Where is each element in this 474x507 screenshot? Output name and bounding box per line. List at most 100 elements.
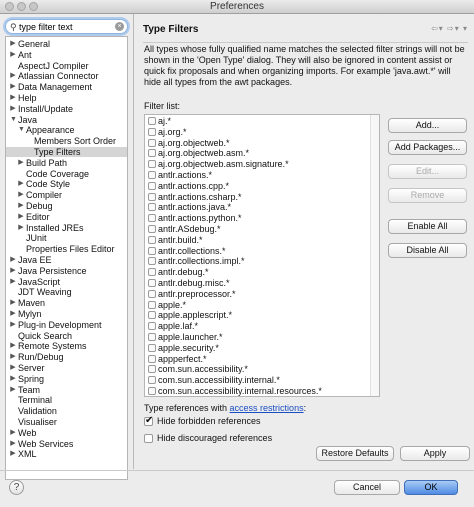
tree-item[interactable]: ▶ XML bbox=[6, 449, 127, 459]
expand-arrow-icon[interactable]: ▶ bbox=[10, 439, 16, 449]
filter-checkbox[interactable] bbox=[148, 160, 156, 169]
back-menu-icon[interactable]: ▾ bbox=[439, 24, 444, 33]
tree-item[interactable]: ▶ Atlassian Connector bbox=[6, 71, 127, 81]
forward-icon[interactable]: ⇨ bbox=[447, 24, 455, 33]
filter-checkbox[interactable] bbox=[148, 127, 156, 136]
tree-item[interactable]: ▼ Java bbox=[6, 115, 127, 125]
tree-item[interactable]: ▶ Editor bbox=[6, 212, 127, 222]
filter-item[interactable]: antlr.actions.java.* bbox=[145, 202, 379, 213]
filter-item[interactable]: antlr.build.* bbox=[145, 235, 379, 246]
filter-item[interactable]: antlr.collections.impl.* bbox=[145, 256, 379, 267]
tree-item[interactable]: ▶ Team bbox=[6, 385, 127, 395]
tree-item[interactable]: Properties Files Editor bbox=[6, 244, 127, 254]
filter-item[interactable]: antlr.debug.misc.* bbox=[145, 278, 379, 289]
enable-all-button[interactable]: Enable All bbox=[388, 219, 467, 234]
expand-arrow-icon[interactable]: ▶ bbox=[10, 50, 16, 60]
tree-item[interactable]: ▶ Debug bbox=[6, 201, 127, 211]
filter-checkbox[interactable] bbox=[148, 235, 156, 244]
filter-checkbox[interactable] bbox=[148, 149, 156, 158]
filter-checkbox[interactable] bbox=[148, 192, 156, 201]
help-icon[interactable]: ? bbox=[9, 480, 24, 495]
tree-item[interactable]: ▶ General bbox=[6, 39, 127, 49]
tree-item[interactable]: ▶ Plug-in Development bbox=[6, 320, 127, 330]
hide-discouraged-checkbox[interactable]: Hide discouraged references bbox=[144, 433, 344, 444]
tree-item[interactable]: ▶ Maven bbox=[6, 298, 127, 308]
filter-checkbox[interactable] bbox=[148, 300, 156, 309]
expand-arrow-icon[interactable]: ▶ bbox=[10, 266, 16, 276]
filter-checkbox[interactable] bbox=[148, 257, 156, 266]
expand-arrow-icon[interactable]: ▶ bbox=[10, 449, 16, 459]
filter-item[interactable]: apple.* bbox=[145, 300, 379, 311]
filter-checkbox[interactable] bbox=[148, 117, 156, 125]
tree-item[interactable]: ▼ Appearance bbox=[6, 125, 127, 135]
expand-arrow-icon[interactable]: ▶ bbox=[10, 374, 16, 384]
filter-checkbox[interactable] bbox=[148, 225, 156, 233]
expand-arrow-icon[interactable]: ▶ bbox=[10, 93, 16, 103]
expand-arrow-icon[interactable]: ▶ bbox=[10, 309, 16, 319]
filter-checkbox[interactable] bbox=[148, 343, 156, 352]
tree-item[interactable]: ▶ Code Style bbox=[6, 179, 127, 189]
expand-arrow-icon[interactable]: ▶ bbox=[10, 352, 16, 362]
restore-defaults-button[interactable]: Restore Defaults bbox=[316, 446, 394, 461]
tree-item[interactable]: ▶ Web Services bbox=[6, 439, 127, 449]
tree-item[interactable]: ▶ Run/Debug bbox=[6, 352, 127, 362]
close-window-button[interactable] bbox=[5, 2, 14, 11]
expand-arrow-icon[interactable]: ▶ bbox=[10, 341, 16, 351]
tree-item[interactable]: ▶ Remote Systems bbox=[6, 341, 127, 351]
filter-item[interactable]: antlr.debug.* bbox=[145, 267, 379, 278]
filter-item[interactable]: apple.launcher.* bbox=[145, 332, 379, 343]
tree-item[interactable]: ▶ Data Management bbox=[6, 82, 127, 92]
tree-item[interactable]: ▶ Java Persistence bbox=[6, 266, 127, 276]
remove-button[interactable]: Remove bbox=[388, 188, 467, 203]
expand-arrow-icon[interactable]: ▶ bbox=[10, 363, 16, 373]
filter-checkbox[interactable] bbox=[148, 289, 156, 298]
filter-checkbox[interactable] bbox=[148, 322, 156, 331]
tree-item[interactable]: ▶ Build Path bbox=[6, 158, 127, 168]
filter-item[interactable]: aj.org.* bbox=[145, 127, 379, 138]
expand-arrow-icon[interactable]: ▶ bbox=[10, 104, 16, 114]
tree-item[interactable]: Visualiser bbox=[6, 417, 127, 427]
filter-item[interactable]: apple.applescript.* bbox=[145, 310, 379, 321]
cancel-button[interactable]: Cancel bbox=[334, 480, 400, 495]
tree-item[interactable]: Validation bbox=[6, 406, 127, 416]
filter-item[interactable]: aj.org.objectweb.* bbox=[145, 138, 379, 149]
view-menu-icon[interactable]: ▾ bbox=[463, 24, 468, 33]
tree-item[interactable]: ▶ Spring bbox=[6, 374, 127, 384]
filter-item[interactable]: antlr.actions.* bbox=[145, 170, 379, 181]
tree-item[interactable]: ▶ Java EE bbox=[6, 255, 127, 265]
expand-arrow-icon[interactable]: ▶ bbox=[18, 179, 24, 189]
tree-item[interactable]: JUnit bbox=[6, 233, 127, 243]
filter-checkbox[interactable] bbox=[148, 203, 156, 212]
filter-checkbox[interactable] bbox=[148, 268, 156, 277]
disable-all-button[interactable]: Disable All bbox=[388, 243, 467, 258]
forward-menu-icon[interactable]: ▾ bbox=[455, 24, 460, 33]
access-restrictions-link[interactable]: access restrictions bbox=[230, 403, 304, 413]
expand-arrow-icon[interactable]: ▶ bbox=[10, 82, 16, 92]
hide-forbidden-checkbox[interactable]: ✔ Hide forbidden references bbox=[144, 415, 344, 427]
filter-item[interactable]: antlr.actions.python.* bbox=[145, 213, 379, 224]
clear-search-icon[interactable]: × bbox=[115, 22, 124, 31]
expand-arrow-icon[interactable]: ▶ bbox=[10, 385, 16, 395]
expand-arrow-icon[interactable]: ▶ bbox=[18, 158, 24, 168]
expand-arrow-icon[interactable]: ▶ bbox=[10, 320, 16, 330]
filter-item[interactable]: apple.laf.* bbox=[145, 321, 379, 332]
tree-item[interactable]: ▶ Compiler bbox=[6, 190, 127, 200]
checked-icon[interactable]: ✔ bbox=[144, 415, 153, 426]
add-button[interactable]: Add... bbox=[388, 118, 467, 133]
tree-item[interactable]: ▶ Ant bbox=[6, 50, 127, 60]
expand-arrow-icon[interactable]: ▶ bbox=[10, 428, 16, 438]
tree-item[interactable]: ▶ Install/Update bbox=[6, 104, 127, 114]
filter-checkbox[interactable] bbox=[148, 365, 156, 374]
collapse-arrow-icon[interactable]: ▼ bbox=[18, 125, 25, 135]
filter-checkbox[interactable] bbox=[148, 333, 156, 341]
filter-checkbox[interactable] bbox=[148, 171, 156, 179]
filter-item[interactable]: aj.* bbox=[145, 116, 379, 127]
tree-item[interactable]: ▶ Help bbox=[6, 93, 127, 103]
tree-item[interactable]: Quick Search bbox=[6, 331, 127, 341]
tree-item[interactable]: JDT Weaving bbox=[6, 287, 127, 297]
tree-item[interactable]: ▶ Installed JREs bbox=[6, 223, 127, 233]
tree-item[interactable]: ▶ JavaScript bbox=[6, 277, 127, 287]
filter-checkbox[interactable] bbox=[148, 246, 156, 255]
apply-button[interactable]: Apply bbox=[400, 446, 470, 461]
filter-item[interactable]: com.sun.accessibility.internal.resources… bbox=[145, 386, 379, 396]
